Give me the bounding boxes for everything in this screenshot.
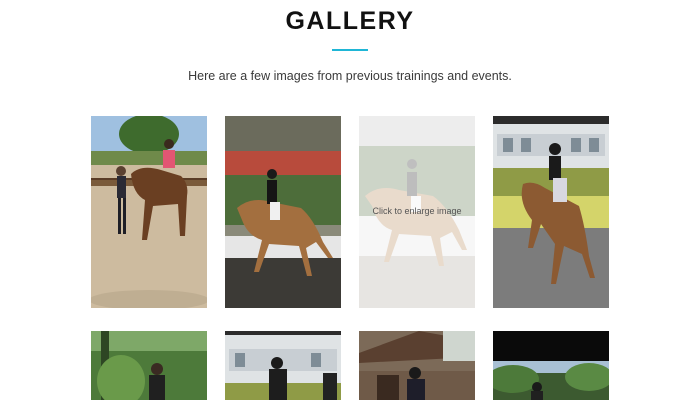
gallery-image-7[interactable] (359, 331, 475, 400)
enlarge-hint: Click to enlarge image (372, 206, 462, 216)
photo-person-trees (91, 331, 207, 400)
photo-rider-barn (225, 331, 341, 400)
photo-dressage-rider (225, 116, 341, 308)
photo-trainer-with-horse (91, 116, 207, 308)
gallery-intro: Here are a few images from previous trai… (188, 69, 512, 83)
gallery-image-4[interactable] (493, 116, 609, 308)
gallery-image-5[interactable] (91, 331, 207, 400)
gallery-image-3[interactable]: Click to enlarge image (359, 116, 475, 308)
photo-rider-brown-horse (493, 116, 609, 308)
title-underline (332, 49, 368, 51)
gallery-image-2[interactable] (225, 116, 341, 308)
photo-riders-shelter (359, 331, 475, 400)
gallery-image-6[interactable] (225, 331, 341, 400)
photo-rider-trees (493, 331, 609, 400)
gallery-image-8[interactable] (493, 331, 609, 400)
gallery-image-1[interactable] (91, 116, 207, 308)
gallery-title: GALLERY (285, 7, 415, 35)
